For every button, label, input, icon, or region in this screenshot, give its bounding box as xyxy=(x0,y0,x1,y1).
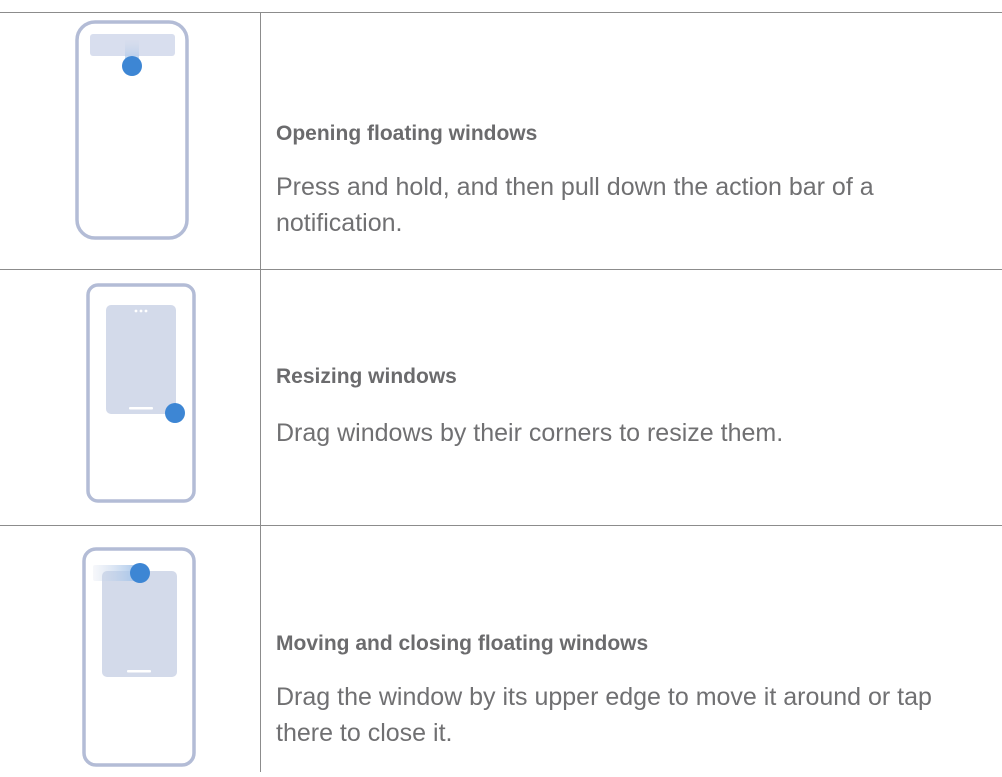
phone-window-resize-icon xyxy=(60,269,210,525)
section-description: Drag the window by its upper edge to mov… xyxy=(276,683,932,747)
section-description: Drag windows by their corners to resize … xyxy=(276,419,784,447)
phone-window-move-icon xyxy=(60,525,210,772)
text-cell: Resizing windows Drag windows by their c… xyxy=(276,269,976,525)
table-row: Opening floating windows Press and hold,… xyxy=(0,12,1002,269)
table-row: Moving and closing floating windows Drag… xyxy=(0,525,1002,772)
section-title: Resizing windows xyxy=(276,365,457,388)
section-title: Moving and closing floating windows xyxy=(276,632,649,655)
instruction-table: Opening floating windows Press and hold,… xyxy=(0,0,1002,772)
section-title: Opening floating windows xyxy=(276,122,538,145)
table-row: Resizing windows Drag windows by their c… xyxy=(0,269,1002,525)
phone-notification-drag-icon xyxy=(60,12,210,269)
text-cell: Opening floating windows Press and hold,… xyxy=(276,12,976,269)
text-cell: Moving and closing floating windows Drag… xyxy=(276,525,976,772)
section-description: Press and hold, and then pull down the a… xyxy=(276,173,874,237)
